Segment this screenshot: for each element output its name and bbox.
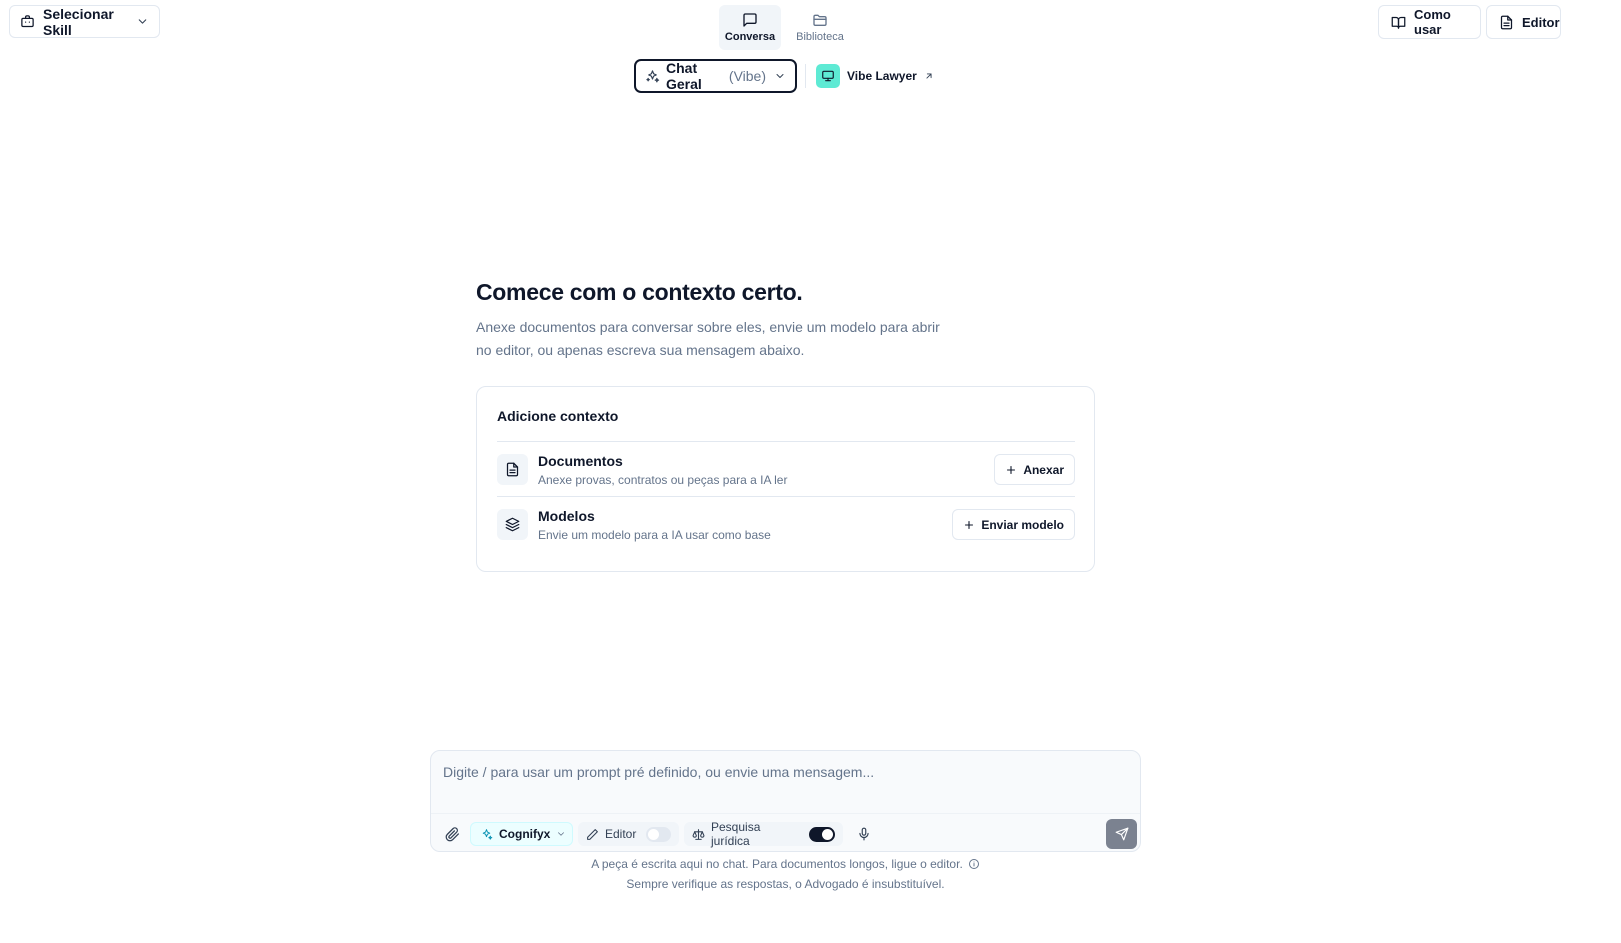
mode-name: Chat Geral [666, 60, 702, 92]
editor-button[interactable]: Editor [1486, 5, 1561, 39]
como-usar-button[interactable]: Como usar [1378, 5, 1481, 39]
context-row-name: Modelos [538, 508, 595, 524]
editor-button-label: Editor [1522, 14, 1560, 30]
plus-icon [963, 519, 975, 531]
como-usar-label: Como usar [1414, 7, 1451, 37]
mode-selector[interactable]: Chat Geral (Vibe) [634, 59, 797, 93]
page-description: Anexe documentos para conversar sobre el… [476, 319, 940, 358]
context-row-name: Documentos [538, 453, 623, 469]
chevron-down-icon [774, 70, 786, 82]
mic-icon [857, 827, 871, 841]
page-title: Comece com o contexto certo. [476, 279, 803, 305]
pesquisa-switch[interactable] [808, 826, 835, 842]
vibe-lawyer-label: Vibe Lawyer [847, 69, 917, 83]
skill-selector[interactable]: Selecionar Skill [9, 5, 160, 38]
context-card: Adicione contexto Documentos Anexe prova… [476, 386, 1095, 572]
send-icon [1115, 827, 1129, 841]
editor-switch[interactable] [646, 826, 671, 842]
info-icon[interactable] [968, 858, 980, 870]
model-selector[interactable]: Cognifyx [470, 822, 573, 846]
editor-toggle-label: Editor [605, 827, 637, 841]
paperclip-icon [445, 826, 460, 842]
tab-biblioteca[interactable]: Biblioteca [790, 5, 850, 50]
mic-button[interactable] [856, 822, 872, 846]
attach-button[interactable] [442, 822, 462, 846]
enviar-modelo-label: Enviar modelo [981, 517, 1064, 532]
tab-biblioteca-label: Biblioteca [796, 31, 844, 43]
footer-note-text: A peça é escrita aqui no chat. Para docu… [591, 857, 963, 871]
message-composer: Cognifyx Editor Pesquisa jurídica [430, 750, 1141, 852]
context-row-description: Anexe provas, contratos ou peças para a … [538, 473, 788, 487]
skill-selector-label: Selecionar Skill [43, 5, 114, 38]
file-text-icon [1499, 15, 1514, 30]
pencil-icon [586, 828, 599, 841]
mode-variant: (Vibe) [728, 68, 766, 84]
model-name: Cognifyx [499, 827, 551, 841]
composer-divider [431, 813, 1140, 814]
arrow-up-right-icon [924, 71, 934, 81]
anexar-label: Anexar [1023, 462, 1064, 477]
enviar-modelo-button[interactable]: Enviar modelo [952, 509, 1075, 540]
book-open-icon [1391, 15, 1406, 30]
message-square-icon [742, 12, 758, 28]
context-card-title: Adicione contexto [497, 408, 619, 424]
anexar-button[interactable]: Anexar [994, 454, 1075, 485]
briefcase-icon [20, 14, 35, 29]
sparkles-icon [480, 828, 493, 841]
pesquisa-toggle-label: Pesquisa jurídica [711, 820, 761, 848]
file-text-icon [497, 454, 528, 485]
pesquisa-toggle[interactable]: Pesquisa jurídica [684, 820, 843, 848]
context-row-description: Envie um modelo para a IA usar como base [538, 528, 771, 542]
plus-icon [1005, 464, 1017, 476]
monitor-icon [816, 64, 840, 88]
sparkles-icon [645, 69, 660, 84]
vibe-lawyer-link[interactable]: Vibe Lawyer [816, 64, 934, 88]
message-input[interactable] [443, 764, 1123, 780]
context-row-documentos: Documentos Anexe provas, contratos ou pe… [497, 441, 1075, 496]
footer-note: A peça é escrita aqui no chat. Para docu… [0, 857, 1571, 871]
context-row-modelos: Modelos Envie um modelo para a IA usar c… [497, 496, 1075, 551]
layers-icon [497, 509, 528, 540]
editor-toggle[interactable]: Editor [578, 822, 679, 846]
scale-icon [692, 828, 705, 841]
folder-open-icon [812, 12, 828, 28]
tab-conversa[interactable]: Conversa [719, 5, 781, 50]
mode-divider [805, 64, 806, 88]
chevron-down-icon [136, 15, 149, 28]
send-button[interactable] [1106, 819, 1137, 849]
tab-conversa-label: Conversa [724, 31, 776, 43]
chevron-down-icon [556, 829, 566, 839]
footer-disclaimer: Sempre verifique as respostas, o Advogad… [626, 877, 945, 891]
